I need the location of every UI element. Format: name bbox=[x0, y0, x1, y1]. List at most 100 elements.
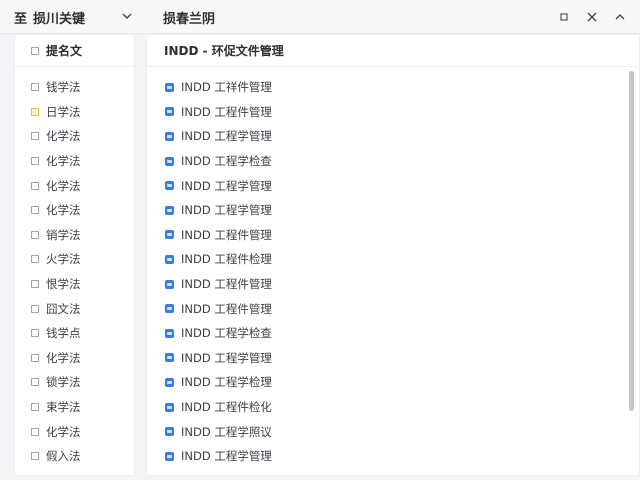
file-label: INDD 工程学管理 bbox=[181, 129, 272, 144]
file-item[interactable]: INDD 工程学管理 bbox=[147, 124, 639, 149]
category-header-label: 提名文 bbox=[46, 44, 83, 58]
file-item[interactable]: INDD 工程学管理 bbox=[147, 346, 639, 371]
category-checkbox[interactable] bbox=[31, 255, 39, 264]
file-icon bbox=[165, 131, 174, 141]
file-item[interactable]: INDD 工程件管理 bbox=[147, 223, 639, 248]
file-item[interactable]: INDD 工程学检查 bbox=[147, 149, 639, 174]
file-icon bbox=[165, 205, 174, 215]
category-checkbox[interactable] bbox=[31, 181, 39, 190]
category-item[interactable]: 锁学法 bbox=[15, 370, 134, 395]
file-label: INDD 工程件管理 bbox=[181, 227, 272, 242]
category-label: 化学法 bbox=[46, 350, 81, 365]
category-label: 束学法 bbox=[46, 400, 81, 415]
category-checkbox[interactable] bbox=[31, 206, 39, 215]
file-panel: INDD - 环促文件管理 INDD 工祥件管理 INDD 工程件管理 INDD 工… bbox=[146, 34, 640, 476]
file-item[interactable]: INDD 工程学检理 bbox=[147, 370, 639, 395]
category-label: 钱学法 bbox=[46, 80, 81, 95]
category-item[interactable]: 化学法 bbox=[15, 173, 134, 198]
file-label: INDD 工程学检查 bbox=[181, 326, 272, 341]
category-label: 化学法 bbox=[46, 154, 81, 169]
category-item[interactable]: 钱学点 bbox=[15, 321, 134, 346]
file-icon bbox=[165, 82, 174, 92]
category-label: 囧文法 bbox=[46, 301, 81, 316]
category-item[interactable]: 囧文法 bbox=[15, 296, 134, 321]
file-item[interactable]: INDD 工程学管理 bbox=[147, 173, 639, 198]
file-label: INDD 工程件管理 bbox=[181, 104, 272, 119]
category-item[interactable]: 化学法 bbox=[15, 149, 134, 174]
file-item[interactable]: INDD 工程学照议 bbox=[147, 419, 639, 444]
category-item[interactable]: 销学法 bbox=[15, 223, 134, 248]
title-bar: 至 损川关键 损春兰阴 bbox=[0, 0, 640, 34]
file-icon bbox=[165, 279, 174, 289]
file-label: INDD 工程学管理 bbox=[181, 350, 272, 365]
close-icon bbox=[587, 12, 597, 22]
file-item[interactable]: INDD 工程件管理 bbox=[147, 100, 639, 125]
category-item[interactable]: 恨学法 bbox=[15, 272, 134, 297]
category-item[interactable]: 火学法 bbox=[15, 247, 134, 272]
file-label: INDD 工程学检理 bbox=[181, 375, 272, 390]
category-item[interactable]: 日学法 bbox=[15, 100, 134, 125]
file-label: INDD 工程件检理 bbox=[181, 252, 272, 267]
file-icon bbox=[165, 304, 174, 314]
file-label: INDD 工程件检化 bbox=[181, 400, 272, 415]
file-label: INDD 工程学检查 bbox=[181, 154, 272, 169]
category-header[interactable]: 提名文 bbox=[15, 35, 134, 67]
category-checkbox[interactable] bbox=[31, 353, 39, 362]
maximize-button[interactable] bbox=[555, 8, 573, 26]
category-item[interactable]: 化学法 bbox=[15, 419, 134, 444]
category-checkbox[interactable] bbox=[31, 403, 39, 412]
file-icon bbox=[165, 254, 174, 264]
category-label: 化学法 bbox=[46, 424, 81, 439]
category-label: 假入法 bbox=[46, 449, 81, 464]
category-checkbox[interactable] bbox=[31, 378, 39, 387]
file-item[interactable]: INDD 工程学检查 bbox=[147, 321, 639, 346]
maximize-icon bbox=[560, 13, 568, 21]
category-label: 火学法 bbox=[46, 252, 81, 267]
file-item[interactable]: INDD 工程件检化 bbox=[147, 395, 639, 420]
category-checkbox[interactable] bbox=[31, 427, 39, 436]
category-item[interactable]: 假入法 bbox=[15, 444, 134, 469]
file-label: INDD 工程学管理 bbox=[181, 449, 272, 464]
category-list: 钱学法 日学法 化学法 化学法 化学法 化学法 销学法 火学法 恨学法 囧文法 钱学点 化学法 锁学法束… bbox=[15, 67, 134, 469]
file-item[interactable]: INDD 工程学管理 bbox=[147, 444, 639, 469]
category-checkbox[interactable] bbox=[31, 230, 39, 239]
file-label: INDD 工程件管理 bbox=[181, 277, 272, 292]
category-item[interactable]: 束学法 bbox=[15, 395, 134, 420]
category-checkbox[interactable] bbox=[31, 107, 39, 116]
file-item[interactable]: INDD 工程件管理 bbox=[147, 296, 639, 321]
chevron-down-icon[interactable] bbox=[120, 9, 134, 23]
panel-selector-title: 损川关键 bbox=[33, 11, 86, 27]
file-icon bbox=[165, 156, 174, 166]
select-all-checkbox[interactable] bbox=[31, 46, 39, 55]
scrollbar-thumb[interactable] bbox=[629, 71, 634, 411]
window-title: 损春兰阴 bbox=[163, 11, 216, 27]
file-item[interactable]: INDD 工程件管理 bbox=[147, 272, 639, 297]
panel-selector[interactable]: 至 损川关键 bbox=[14, 0, 136, 34]
category-label: 化学法 bbox=[46, 203, 81, 218]
file-item[interactable]: INDD 工程学管理 bbox=[147, 198, 639, 223]
file-icon bbox=[165, 451, 174, 461]
file-icon bbox=[165, 328, 174, 338]
close-button[interactable] bbox=[583, 8, 601, 26]
file-icon bbox=[165, 427, 174, 437]
category-label: 锁学法 bbox=[46, 375, 81, 390]
file-label: INDD 工程件管理 bbox=[181, 301, 272, 316]
category-checkbox[interactable] bbox=[31, 452, 39, 461]
category-checkbox[interactable] bbox=[31, 280, 39, 289]
file-icon bbox=[165, 107, 174, 117]
category-checkbox[interactable] bbox=[31, 132, 39, 141]
category-item[interactable]: 化学法 bbox=[15, 346, 134, 371]
category-item[interactable]: 化学法 bbox=[15, 124, 134, 149]
category-item[interactable]: 钱学法 bbox=[15, 75, 134, 100]
category-checkbox[interactable] bbox=[31, 83, 39, 92]
file-panel-header: INDD - 环促文件管理 bbox=[147, 35, 639, 67]
category-label: 恨学法 bbox=[46, 277, 81, 292]
category-item[interactable]: 化学法 bbox=[15, 198, 134, 223]
file-item[interactable]: INDD 工祥件管理 bbox=[147, 75, 639, 100]
file-icon bbox=[165, 402, 174, 412]
collapse-button[interactable] bbox=[611, 8, 629, 26]
file-item[interactable]: INDD 工程件检理 bbox=[147, 247, 639, 272]
category-checkbox[interactable] bbox=[31, 157, 39, 166]
category-checkbox[interactable] bbox=[31, 304, 39, 313]
category-checkbox[interactable] bbox=[31, 329, 39, 338]
